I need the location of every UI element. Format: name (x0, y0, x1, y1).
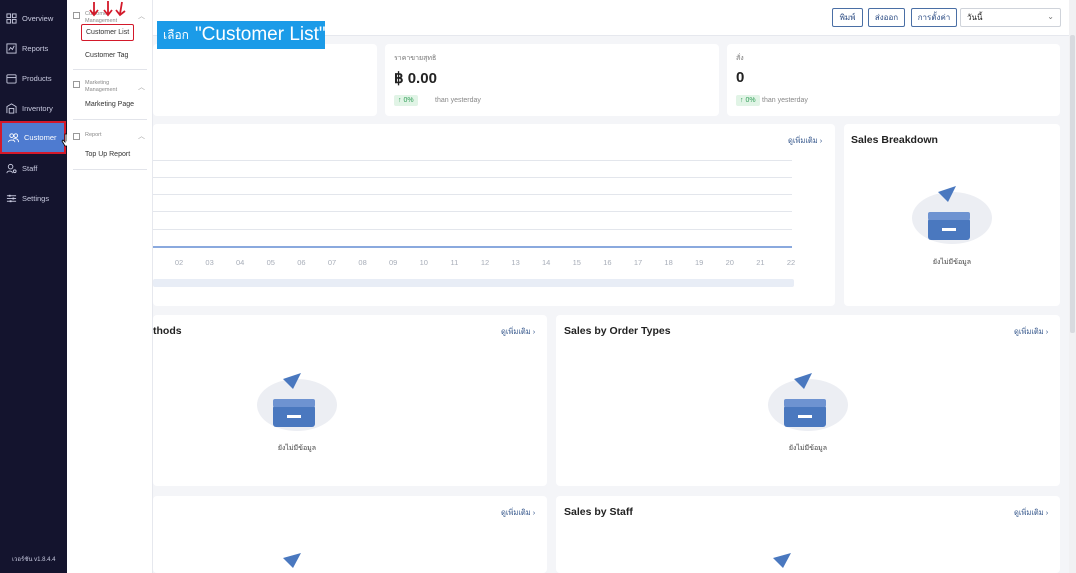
sales-breakdown-card: Sales Breakdown ยังไม่มีข้อมูล (844, 124, 1060, 306)
x-tick-label: 02 (174, 258, 184, 267)
chevron-up-icon[interactable]: ︿ (138, 11, 145, 21)
submenu-item-marketing-page[interactable]: Marketing Page (85, 101, 134, 108)
x-tick-label: 10 (419, 258, 428, 267)
chevron-up-icon[interactable]: ︿ (138, 131, 145, 141)
stat-card-partial (153, 44, 377, 116)
warehouse-icon (6, 102, 17, 114)
red-arrows-annotation-icon (89, 1, 126, 17)
x-tick-label: 11 (450, 258, 459, 267)
sidebar-item-label: Staff (22, 163, 38, 173)
chart-icon (6, 42, 17, 54)
annotation-banner: เลือก "Customer List" (157, 21, 326, 49)
submenu-item-customer-list[interactable]: Customer List (81, 24, 135, 41)
x-tick-label: 15 (572, 258, 581, 267)
x-tick-label: 22 (786, 258, 796, 267)
view-more-link[interactable]: ดูเพิ่มเติม › (501, 507, 535, 519)
empty-inbox-icon (257, 373, 337, 431)
grid-icon (6, 12, 17, 24)
sidebar-item-label: Settings (22, 193, 50, 203)
chart-gridline (153, 160, 792, 161)
main-sidebar: Overview Reports Products Inventory Cust… (0, 0, 67, 573)
x-tick-label: 20 (725, 258, 734, 267)
chart-zero-line (153, 246, 792, 248)
user-gear-icon (6, 163, 17, 173)
sidebar-item-label: Inventory (22, 103, 53, 113)
chart-gridline (153, 211, 792, 212)
change-badge: ↑ 0% (394, 95, 418, 106)
sidebar-item-customer[interactable]: Customer (0, 121, 66, 154)
empty-inbox-icon (912, 186, 992, 244)
x-tick-label: 06 (297, 258, 306, 267)
chart-gridline (153, 229, 792, 230)
submenu-divider (73, 119, 147, 120)
submenu-divider (73, 69, 147, 70)
sidebar-item-settings[interactable]: Settings (0, 183, 67, 213)
settings-button[interactable]: การตั้งค่า (911, 8, 957, 27)
date-range-select[interactable]: วันนี้ ⌄ (960, 8, 1061, 27)
chevron-down-icon: ⌄ (1047, 12, 1054, 21)
sidebar-item-staff[interactable]: Staff (0, 153, 67, 183)
print-button[interactable]: พิมพ์ (832, 8, 863, 27)
id-card-icon (73, 12, 80, 19)
sliders-icon (6, 194, 17, 202)
sidebar-item-label: Customer (24, 133, 57, 142)
chart-gridline (153, 194, 792, 195)
paper-plane-icon (283, 553, 301, 568)
submenu-group-report[interactable]: Report (73, 132, 102, 140)
users-icon (8, 133, 19, 143)
sidebar-item-label: Reports (22, 43, 49, 53)
sidebar-item-reports[interactable]: Reports (0, 33, 67, 63)
x-tick-label: 03 (205, 258, 214, 267)
submenu-item-customer-tag[interactable]: Customer Tag (85, 52, 128, 59)
paper-plane-icon (773, 553, 791, 568)
customer-submenu: Customer Management ︿ Customer List Cust… (67, 0, 153, 573)
x-tick-label: 09 (389, 258, 398, 267)
sidebar-item-label: Products (22, 73, 52, 83)
view-more-link[interactable]: ดูเพิ่มเติม › (1014, 507, 1048, 519)
sales-by-payment-methods-card: thods ดูเพิ่มเติม › ยังไม่มีข้อมูล (153, 315, 547, 486)
sales-chart-card: ดูเพิ่มเติม › 02 03 04 05 06 07 08 09 10 11 12 13 14… (153, 124, 835, 306)
box-icon (6, 73, 17, 84)
x-tick-label: 07 (327, 258, 337, 267)
x-tick-label: 16 (603, 258, 612, 267)
bottom-left-card: ดูเพิ่มเติม › (153, 496, 547, 573)
submenu-divider (73, 169, 147, 170)
view-more-link[interactable]: ดูเพิ่มเติม › (1014, 326, 1048, 338)
x-tick-label: 05 (266, 258, 275, 267)
chart-zoom-slider[interactable] (153, 279, 794, 287)
submenu-item-top-up-report[interactable]: Top Up Report (85, 151, 130, 158)
x-tick-label: 08 (358, 258, 367, 267)
stat-card-net-sales: ราคาขายสุทธิ ฿ 0.00 ↑ 0% than yesterday (385, 44, 719, 116)
x-tick-label: 13 (511, 258, 520, 267)
chart-gridline (153, 177, 792, 178)
sidebar-item-inventory[interactable]: Inventory (0, 93, 67, 123)
chevron-up-icon[interactable]: ︿ (138, 82, 145, 92)
x-tick-label: 21 (756, 258, 765, 267)
megaphone-icon (73, 81, 80, 88)
version-text: เวอร์ชัน v1.8.4.4 (12, 557, 56, 563)
sidebar-item-products[interactable]: Products (0, 63, 67, 93)
sales-by-order-types-card: Sales by Order Types ดูเพิ่มเติม › ยังไม… (556, 315, 1060, 486)
export-button[interactable]: ส่งออก (868, 8, 905, 27)
x-tick-label: 04 (236, 258, 245, 267)
x-tick-label: 14 (542, 258, 551, 267)
x-tick-label: 19 (695, 258, 704, 267)
x-tick-label: 17 (633, 258, 643, 267)
x-tick-label: 18 (664, 258, 673, 267)
page-scrollbar-thumb[interactable] (1070, 35, 1075, 333)
x-tick-label: 12 (480, 258, 490, 267)
empty-inbox-icon (768, 373, 848, 431)
sales-by-staff-card: Sales by Staff ดูเพิ่มเติม › (556, 496, 1060, 573)
submenu-group-marketing-management[interactable]: Marketing Management (73, 80, 137, 94)
view-more-link[interactable]: ดูเพิ่มเติม › (501, 326, 535, 338)
sidebar-item-label: Overview (22, 13, 54, 23)
stat-card-orders: สั่ง 0 ↑ 0% than yesterday (727, 44, 1060, 116)
view-more-link[interactable]: ดูเพิ่มเติม › (788, 135, 822, 147)
change-badge: ↑ 0% (736, 95, 760, 106)
sidebar-item-overview[interactable]: Overview (0, 3, 67, 33)
report-icon (73, 133, 80, 140)
